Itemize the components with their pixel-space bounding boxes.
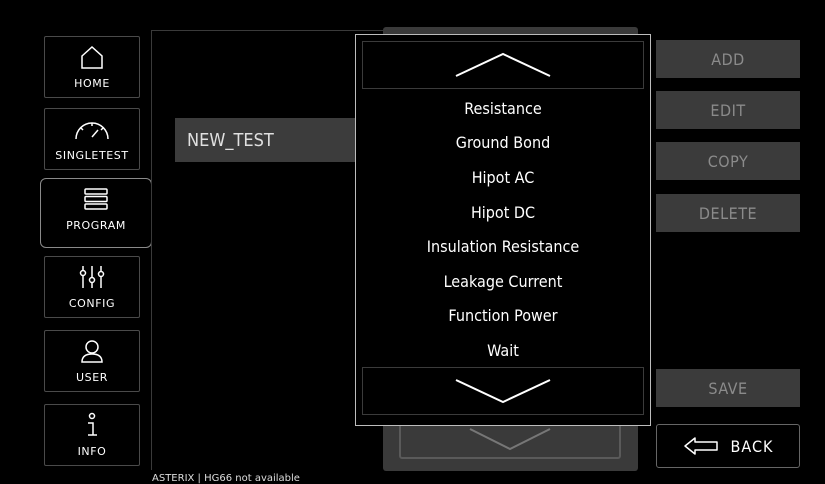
test-name-field[interactable]: NEW_TEST [175,118,375,162]
dropdown-list: Resistance Ground Bond Hipot AC Hipot DC… [356,91,650,368]
gauge-icon [71,115,113,143]
status-bar-text: ASTERIX | HG66 not available [152,473,300,484]
nav-user-label: USER [75,371,109,384]
nav-singletest-button[interactable]: SINGLETEST [44,108,140,170]
nav-info-button[interactable]: INFO [44,404,140,466]
nav-user-button[interactable]: USER [44,330,140,392]
nav-config-button[interactable]: CONFIG [44,256,140,318]
panel-scroll-down-button[interactable] [399,423,621,459]
nav-program-label: PROGRAM [66,219,126,232]
program-list-icon [83,185,109,213]
edit-button[interactable]: EDIT [656,91,800,129]
dropdown-item-function-power[interactable]: Function Power [356,299,650,334]
chevron-down-icon [469,428,551,451]
nav-home-button[interactable]: HOME [44,36,140,98]
dropdown-item-wait[interactable]: Wait [356,333,650,368]
arrow-left-icon [683,437,718,455]
chevron-down-icon [455,379,551,404]
back-label: BACK [730,436,774,456]
save-button[interactable]: SAVE [656,369,800,407]
dropdown-scroll-up-button[interactable] [362,41,644,89]
dropdown-item-insulation-resistance[interactable]: Insulation Resistance [356,229,650,264]
nav-home-label: HOME [74,77,110,90]
dropdown-item-hipot-dc[interactable]: Hipot DC [356,195,650,230]
chevron-up-icon [455,52,551,77]
nav-config-label: CONFIG [68,297,116,310]
user-icon [79,337,105,365]
delete-button[interactable]: DELETE [656,194,800,232]
nav-info-label: INFO [77,445,107,458]
sliders-icon [78,263,106,291]
info-icon [82,411,102,439]
dropdown-item-ground-bond[interactable]: Ground Bond [356,126,650,161]
copy-button[interactable]: COPY [656,142,800,180]
dropdown-scroll-down-button[interactable] [362,367,644,415]
add-button[interactable]: ADD [656,40,800,78]
dropdown-item-leakage-current[interactable]: Leakage Current [356,264,650,299]
home-icon [77,43,107,71]
dropdown-item-hipot-ac[interactable]: Hipot AC [356,160,650,195]
back-button[interactable]: BACK [656,424,800,468]
dropdown-item-resistance[interactable]: Resistance [356,91,650,126]
test-type-dropdown: Resistance Ground Bond Hipot AC Hipot DC… [355,34,651,426]
nav-singletest-label: SINGLETEST [55,149,129,162]
nav-program-button[interactable]: PROGRAM [40,178,152,248]
